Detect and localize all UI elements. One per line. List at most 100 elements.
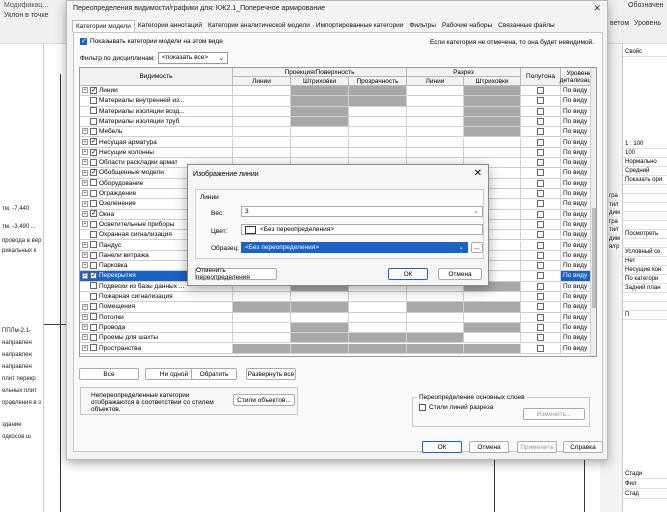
cancel-button[interactable]: Отмена <box>469 441 509 453</box>
visibility-checkbox[interactable] <box>90 313 97 321</box>
table-row[interactable]: + Провода По виду <box>80 322 596 334</box>
property-value[interactable]: 1 : 100 <box>623 140 667 149</box>
override-cell[interactable] <box>233 343 291 354</box>
override-cell[interactable] <box>349 312 407 323</box>
halftone-cell[interactable] <box>521 178 561 189</box>
detail-level-cell[interactable]: По виду <box>561 209 592 220</box>
halftone-cell[interactable] <box>521 271 561 282</box>
section-line-styles-checkbox[interactable] <box>419 404 426 411</box>
expand-icon[interactable]: + <box>82 87 88 94</box>
halftone-checkbox[interactable] <box>537 313 544 321</box>
halftone-cell[interactable] <box>521 250 561 262</box>
halftone-checkbox[interactable] <box>537 282 544 290</box>
visibility-checkbox[interactable] <box>90 271 97 280</box>
phase-item[interactable]: Стад <box>623 490 667 499</box>
halftone-checkbox[interactable] <box>537 169 544 177</box>
override-cell[interactable] <box>349 86 407 97</box>
detail-level-cell[interactable]: По виду <box>561 219 592 231</box>
property-value[interactable]: П <box>623 311 667 320</box>
category-cell[interactable]: + Несущая арматура <box>80 137 233 148</box>
detail-level-cell[interactable]: По виду <box>561 343 592 354</box>
category-cell[interactable]: + Потолки <box>80 312 233 323</box>
tab-2[interactable]: Категории аналитической модели <box>205 20 313 32</box>
override-cell[interactable] <box>407 106 464 117</box>
detail-level-cell[interactable]: По виду <box>561 312 592 323</box>
override-cell[interactable] <box>407 127 464 138</box>
override-cell[interactable] <box>407 86 464 97</box>
visibility-checkbox[interactable] <box>90 127 97 135</box>
tab-6[interactable]: Связанные файлы <box>495 20 558 32</box>
detail-level-cell[interactable]: По виду <box>561 86 592 97</box>
expand-icon[interactable]: + <box>82 179 88 186</box>
override-cell[interactable] <box>233 322 291 334</box>
halftone-checkbox[interactable] <box>537 128 544 136</box>
browser-item[interactable]: плит перекр <box>2 376 36 382</box>
override-cell[interactable] <box>349 127 407 138</box>
browser-item[interactable]: ППЛм-2.1- <box>2 328 31 334</box>
property-value[interactable]: Условный се <box>623 248 667 257</box>
pattern-more-button[interactable]: ... <box>471 242 483 253</box>
override-cell[interactable] <box>291 343 349 354</box>
visibility-checkbox[interactable] <box>90 220 97 228</box>
override-cell[interactable] <box>349 292 407 303</box>
halftone-checkbox[interactable] <box>537 200 544 208</box>
halftone-checkbox[interactable] <box>537 87 544 94</box>
section-line-styles-option[interactable]: Стили линий разреза <box>419 404 493 411</box>
edit-button[interactable]: Изменить... <box>523 408 585 420</box>
halftone-checkbox[interactable] <box>537 334 544 342</box>
override-cell[interactable] <box>349 147 407 159</box>
tab-5[interactable]: Рабочие наборы <box>439 20 495 32</box>
browser-item[interactable]: правления в з <box>2 400 41 406</box>
override-cell[interactable] <box>407 333 464 344</box>
expand-icon[interactable]: + <box>82 241 88 248</box>
override-cell[interactable] <box>233 312 291 323</box>
expand-icon[interactable]: + <box>82 210 88 217</box>
browser-item[interactable]: одкосов ш <box>2 434 31 440</box>
override-cell[interactable] <box>291 137 349 148</box>
detail-level-cell[interactable]: По виду <box>561 322 592 334</box>
browser-item[interactable]: провода в вер <box>2 238 41 244</box>
expand-icon[interactable]: + <box>82 200 88 207</box>
visibility-checkbox[interactable] <box>90 292 97 300</box>
override-cell[interactable] <box>407 137 464 148</box>
halftone-checkbox[interactable] <box>537 272 544 280</box>
detail-level-cell[interactable]: По виду <box>561 292 592 303</box>
visibility-checkbox[interactable] <box>90 117 97 125</box>
detail-level-cell[interactable]: По виду <box>561 189 592 200</box>
object-styles-button[interactable]: Стили объектов... <box>233 394 295 406</box>
halftone-checkbox[interactable] <box>537 117 544 125</box>
property-value[interactable]: По категори <box>623 275 667 284</box>
override-cell[interactable] <box>464 86 521 97</box>
ok-button[interactable]: ОК <box>422 441 462 453</box>
override-cell[interactable] <box>464 292 521 303</box>
expand-icon[interactable]: + <box>82 221 88 228</box>
category-cell[interactable]: +Пожарная сигнализация <box>80 292 233 303</box>
override-cell[interactable] <box>233 106 291 117</box>
table-row[interactable]: + Проемы для шахты По виду <box>80 333 596 344</box>
expand-icon[interactable]: + <box>82 128 88 135</box>
browser-item[interactable]: направлен <box>2 352 32 358</box>
table-row[interactable]: + Помещения По виду <box>80 302 596 313</box>
visibility-checkbox[interactable] <box>90 251 97 259</box>
table-row[interactable]: + Несущая арматура По виду <box>80 137 596 148</box>
override-cell[interactable] <box>407 312 464 323</box>
halftone-cell[interactable] <box>521 281 561 292</box>
override-cell[interactable] <box>233 137 291 148</box>
override-cell[interactable] <box>291 106 349 117</box>
halftone-cell[interactable] <box>521 86 561 97</box>
visibility-checkbox[interactable] <box>90 107 97 115</box>
detail-level-cell[interactable]: По виду <box>561 158 592 169</box>
halftone-cell[interactable] <box>521 261 561 272</box>
halftone-cell[interactable] <box>521 322 561 334</box>
visibility-checkbox[interactable] <box>90 241 97 249</box>
property-value[interactable] <box>623 293 667 302</box>
halftone-cell[interactable] <box>521 137 561 148</box>
override-cell[interactable] <box>291 312 349 323</box>
table-row[interactable]: +Материалы внутренней из... По виду <box>80 96 596 107</box>
close-icon[interactable]: ✕ <box>474 168 482 179</box>
ribbon-text[interactable]: Уклон в точке <box>4 12 48 19</box>
property-value[interactable] <box>623 221 667 230</box>
halftone-cell[interactable] <box>521 158 561 169</box>
override-cell[interactable] <box>291 322 349 334</box>
color-button[interactable]: <Без переопределения> <box>241 224 483 235</box>
